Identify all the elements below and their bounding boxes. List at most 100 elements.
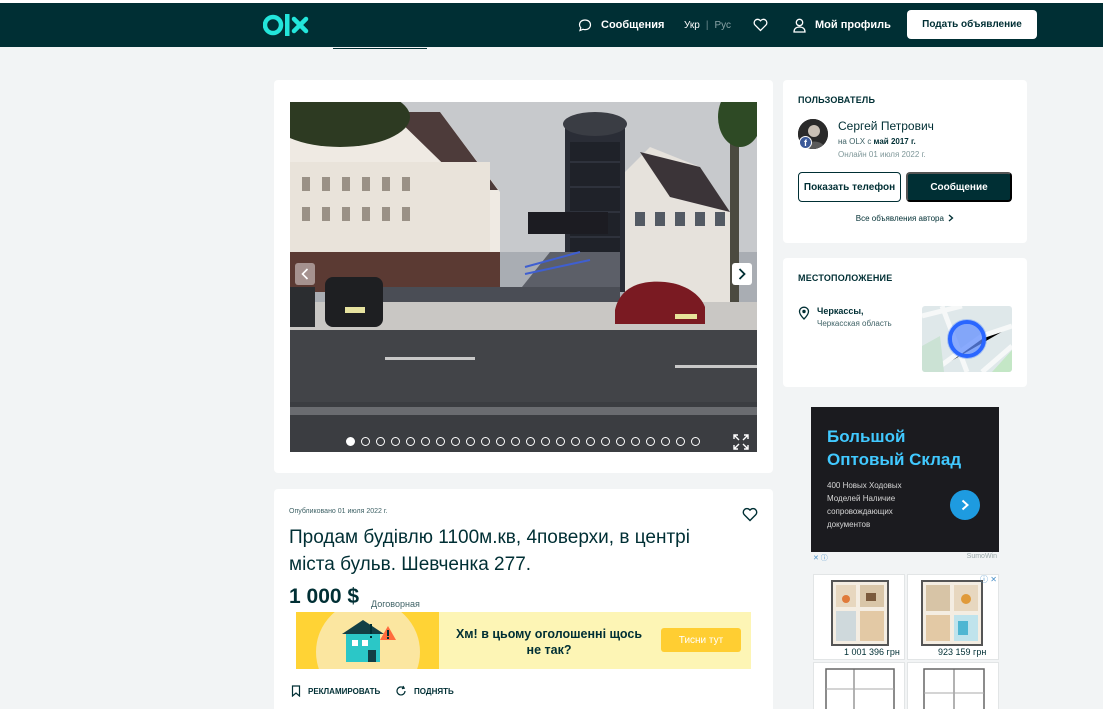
photo-pagination (346, 437, 700, 446)
map-image (922, 306, 1012, 372)
seller-online: Онлайн 01 июля 2022 г. (838, 150, 926, 159)
report-banner[interactable]: Хм! в цьому оголошенні щось не так? Тисн… (296, 612, 751, 669)
seller-section-title: ПОЛЬЗОВАТЕЛЬ (798, 95, 876, 105)
message-button[interactable]: Сообщение (906, 172, 1012, 202)
seller-since: на OLX с май 2017 г. (838, 137, 916, 146)
location-map[interactable] (922, 306, 1012, 372)
pagination-dot[interactable] (631, 437, 640, 446)
pagination-dot[interactable] (556, 437, 565, 446)
pagination-dot[interactable] (691, 437, 700, 446)
location-pin-icon (798, 306, 810, 320)
pagination-dot[interactable] (496, 437, 505, 446)
promote-label: РЕКЛАМИРОВАТЬ (308, 686, 381, 696)
bookmark-icon (291, 685, 301, 697)
photo-gallery (274, 80, 773, 473)
favorites-link[interactable] (753, 3, 768, 47)
pagination-dot[interactable] (406, 437, 415, 446)
thumbnail-price: 1 001 396 грн (814, 646, 903, 659)
location-section-title: МЕСТОПОЛОЖЕНИЕ (798, 273, 893, 283)
thumbnail-card[interactable] (907, 662, 999, 709)
raise-label: ПОДНЯТЬ (414, 686, 454, 696)
user-icon (793, 18, 806, 33)
published-date: Опубликовано 01 июля 2022 г. (289, 508, 388, 515)
pagination-dot[interactable] (421, 437, 430, 446)
raise-action[interactable]: ПОДНЯТЬ (395, 685, 454, 697)
pagination-dot[interactable] (361, 437, 370, 446)
chat-icon (578, 19, 592, 32)
banner-illustration (296, 612, 439, 669)
lang-separator: | (705, 19, 709, 31)
region: Черкасская область (817, 319, 892, 328)
pagination-dot[interactable] (466, 437, 475, 446)
pagination-dot[interactable] (481, 437, 490, 446)
promote-action[interactable]: РЕКЛАМИРОВАТЬ (291, 685, 380, 697)
ad-thumbnails: 1 001 396 грн 923 159 грн (811, 572, 999, 709)
pagination-dot[interactable] (661, 437, 670, 446)
pagination-dot[interactable] (541, 437, 550, 446)
ad-choices-icon[interactable]: ⓘ ✕ (980, 574, 997, 585)
site-header: Сообщения Укр | Рус Мой профиль Подать о… (0, 3, 1103, 47)
heart-icon (753, 18, 768, 32)
next-photo-button[interactable] (732, 263, 752, 285)
thumbnail-price: 923 159 грн (908, 646, 990, 659)
pagination-dot[interactable] (571, 437, 580, 446)
pagination-dot[interactable] (436, 437, 445, 446)
lang-ru[interactable]: Рус (714, 20, 731, 31)
pagination-dot[interactable] (376, 437, 385, 446)
sponsored-ad[interactable]: Большой Оптовый Склад 400 Новых Ходовых … (811, 407, 999, 552)
since-prefix: на OLX с (838, 137, 874, 146)
expand-icon (733, 434, 749, 450)
fullscreen-button[interactable] (731, 432, 751, 452)
pagination-dot[interactable] (346, 437, 355, 446)
language-switch: Укр | Рус (684, 3, 731, 47)
messages-label: Сообщения (601, 19, 665, 31)
all-author-ads-link[interactable]: Все объявления автора (783, 214, 1027, 223)
post-ad-button[interactable]: Подать объявление (907, 10, 1037, 39)
floorplan-image (814, 663, 904, 709)
refresh-icon (396, 685, 406, 696)
listing-title: Продам будівлю 1100м.кв, 4поверхи, в цен… (289, 527, 690, 575)
facebook-icon: f (799, 136, 812, 149)
negotiable-label: Договорная (371, 599, 420, 609)
show-phone-button[interactable]: Показать телефон (798, 172, 901, 202)
chevron-right-icon (948, 214, 954, 222)
ad-go-button[interactable] (950, 490, 980, 520)
all-ads-label: Все объявления автора (855, 214, 944, 223)
pagination-dot[interactable] (451, 437, 460, 446)
building-photo (290, 102, 757, 452)
listing-photo[interactable] (290, 102, 757, 452)
pagination-dot[interactable] (526, 437, 535, 446)
pagination-dot[interactable] (511, 437, 520, 446)
pagination-dot[interactable] (616, 437, 625, 446)
floorplan-image (908, 663, 998, 709)
listing-details: Опубликовано 01 июля 2022 г. Продам буді… (274, 489, 773, 709)
seller-name[interactable]: Сергей Петрович (838, 119, 934, 133)
ad-footer: ✕ ⓘ SumoWin (811, 553, 999, 563)
listing-price: 1 000 $ (289, 585, 360, 608)
olx-logo[interactable] (263, 11, 311, 39)
pagination-dot[interactable] (586, 437, 595, 446)
messages-link[interactable]: Сообщения (578, 3, 664, 47)
location-card: МЕСТОПОЛОЖЕНИЕ Черкассы, Черкасская обла… (783, 258, 1027, 387)
ad-text: 400 Новых Ходовых Моделей Наличие сопров… (827, 481, 902, 529)
city: Черкассы, (817, 306, 864, 316)
thumbnail-card[interactable] (813, 662, 905, 709)
lang-uk[interactable]: Укр (684, 20, 700, 31)
thumbnail-card[interactable]: 923 159 грн (907, 574, 999, 660)
pagination-dot[interactable] (676, 437, 685, 446)
breadcrumb-underline (333, 48, 427, 49)
ad-info-icon[interactable]: ✕ ⓘ (813, 553, 828, 563)
pagination-dot[interactable] (646, 437, 655, 446)
house-warning-icon (316, 612, 420, 669)
thumbnail-card[interactable]: 1 001 396 грн (813, 574, 905, 660)
pagination-dot[interactable] (601, 437, 610, 446)
chevron-left-icon (301, 268, 309, 280)
ad-source: SumoWin (966, 553, 997, 560)
previous-photo-button[interactable] (295, 263, 315, 285)
banner-button[interactable]: Тисни тут (661, 628, 741, 652)
pagination-dot[interactable] (391, 437, 400, 446)
profile-link[interactable]: Мой профиль (793, 3, 891, 47)
banner-text: Хм! в цьому оголошенні щось не так? (455, 627, 643, 657)
heart-icon[interactable] (742, 507, 758, 522)
seller-card: ПОЛЬЗОВАТЕЛЬ f Сергей Петрович на OLX с … (783, 80, 1027, 243)
